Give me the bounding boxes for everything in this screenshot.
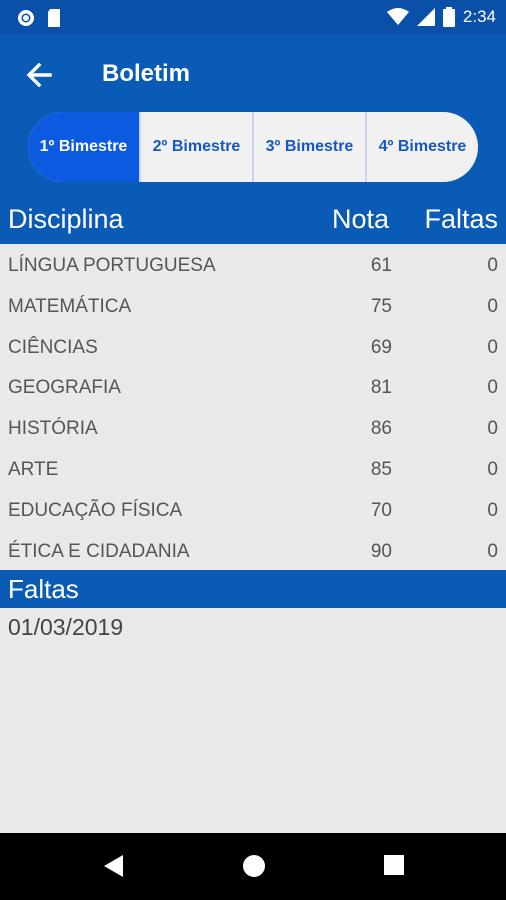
battery-icon bbox=[442, 7, 455, 27]
absence-date: 01/03/2019 bbox=[8, 614, 124, 640]
discipline-name: ÉTICA E CIDADANIA bbox=[8, 540, 190, 562]
discipline-name: ARTE bbox=[8, 458, 59, 480]
back-triangle-icon[interactable] bbox=[102, 854, 124, 878]
discipline-name: MATEMÁTICA bbox=[8, 295, 132, 317]
discipline-name: GEOGRAFIA bbox=[8, 377, 121, 399]
header-grade: Nota bbox=[332, 204, 390, 234]
status-bar: 2:34 bbox=[0, 0, 506, 34]
grade-value: 86 bbox=[370, 418, 392, 440]
table-row: HISTÓRIA 86 0 bbox=[0, 407, 506, 448]
table-row: CIÊNCIAS 69 0 bbox=[0, 326, 506, 367]
grade-value: 69 bbox=[370, 336, 392, 358]
arrow-left-icon[interactable] bbox=[22, 58, 56, 92]
absences-value: 0 bbox=[487, 255, 498, 276]
header-absences: Faltas bbox=[424, 204, 498, 234]
absences-section-header: Faltas bbox=[0, 570, 506, 608]
absences-value: 0 bbox=[487, 295, 498, 317]
absences-value: 0 bbox=[487, 540, 498, 562]
tab-bimester-1[interactable]: 1º Bimestre bbox=[28, 112, 141, 182]
discipline-name: HISTÓRIA bbox=[8, 418, 98, 440]
circle-notification-icon bbox=[18, 10, 34, 26]
recents-square-icon[interactable] bbox=[383, 854, 405, 876]
table-row: ÉTICA E CIDADANIA 90 0 bbox=[0, 530, 506, 571]
grade-value: 61 bbox=[370, 255, 392, 276]
grade-value: 90 bbox=[370, 540, 392, 562]
table-row: LÍNGUA PORTUGUESA 61 0 bbox=[0, 244, 506, 285]
absences-value: 0 bbox=[487, 458, 498, 480]
tab-bimester-3[interactable]: 3º Bimestre bbox=[254, 112, 367, 182]
table-row: GEOGRAFIA 81 0 bbox=[0, 366, 506, 407]
absences-value: 0 bbox=[487, 336, 498, 358]
absences-value: 0 bbox=[487, 377, 498, 399]
status-time: 2:34 bbox=[462, 7, 496, 26]
app-bar: Boletim 1º Bimestre 2º Bimestre 3º Bimes… bbox=[0, 34, 506, 194]
page-title: Boletim bbox=[102, 60, 191, 87]
sd-card-icon bbox=[48, 9, 60, 27]
signal-icon bbox=[416, 8, 435, 26]
grades-table: LÍNGUA PORTUGUESA 61 0 MATEMÁTICA 75 0 C… bbox=[0, 244, 506, 570]
navigation-bar bbox=[0, 833, 506, 900]
absences-value: 0 bbox=[487, 418, 498, 440]
bimester-tabs: 1º Bimestre 2º Bimestre 3º Bimestre 4º B… bbox=[28, 112, 478, 182]
grade-value: 81 bbox=[370, 377, 392, 399]
grade-value: 75 bbox=[370, 295, 392, 317]
absences-value: 0 bbox=[487, 499, 498, 521]
table-row: EDUCAÇÃO FÍSICA 70 0 bbox=[0, 489, 506, 530]
header-discipline: Disciplina bbox=[8, 204, 124, 234]
discipline-name: CIÊNCIAS bbox=[8, 336, 98, 358]
discipline-name: LÍNGUA PORTUGUESA bbox=[8, 255, 216, 276]
absences-section-title: Faltas bbox=[8, 574, 79, 604]
table-header: Disciplina Nota Faltas bbox=[0, 194, 506, 244]
discipline-name: EDUCAÇÃO FÍSICA bbox=[8, 499, 183, 521]
tab-bimester-2[interactable]: 2º Bimestre bbox=[141, 112, 254, 182]
home-circle-icon[interactable] bbox=[242, 854, 266, 878]
wifi-icon bbox=[386, 8, 409, 25]
table-row: ARTE 85 0 bbox=[0, 448, 506, 489]
table-row: MATEMÁTICA 75 0 bbox=[0, 285, 506, 326]
grade-value: 70 bbox=[370, 499, 392, 521]
tab-bimester-4[interactable]: 4º Bimestre bbox=[367, 112, 478, 182]
grade-value: 85 bbox=[370, 458, 392, 480]
